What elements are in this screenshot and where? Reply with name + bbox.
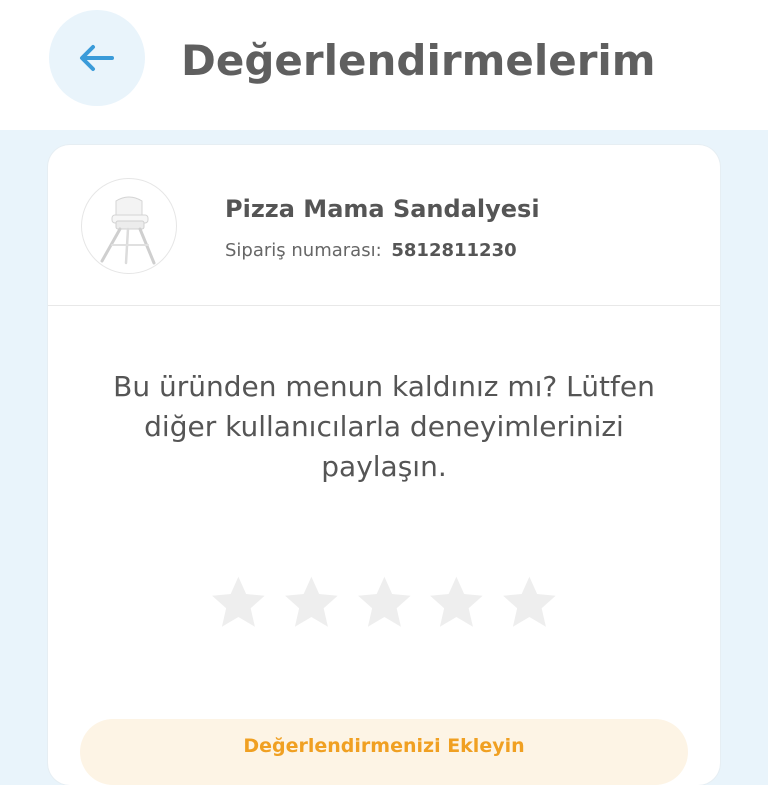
page-title: Değerlendirmelerim [181,36,656,85]
arrow-left-icon [80,45,114,71]
review-prompt: Bu üründen menun kaldınız mı? Lütfen diğ… [113,370,655,483]
add-review-button[interactable]: Değerlendirmenizi Ekleyin [80,719,688,785]
product-image [81,178,177,274]
star-4-icon[interactable] [426,573,487,633]
star-1-icon[interactable] [208,573,269,633]
star-rating[interactable] [208,573,560,633]
product-summary: Pizza Mama Sandalyesi Sipariş numarası: … [48,145,720,306]
header-bar: Değerlendirmelerim [0,0,768,130]
review-card: Pizza Mama Sandalyesi Sipariş numarası: … [48,145,720,785]
order-number: 5812811230 [391,240,517,261]
add-review-label: Değerlendirmenizi Ekleyin [243,735,525,757]
high-chair-icon [100,196,156,265]
star-5-icon[interactable] [499,573,560,633]
back-button[interactable] [49,10,145,106]
star-2-icon[interactable] [281,573,342,633]
order-info: Sipariş numarası: 5812811230 [225,240,517,261]
order-number-label: Sipariş numarası: [225,240,382,261]
star-3-icon[interactable] [354,573,415,633]
product-name: Pizza Mama Sandalyesi [225,195,540,223]
